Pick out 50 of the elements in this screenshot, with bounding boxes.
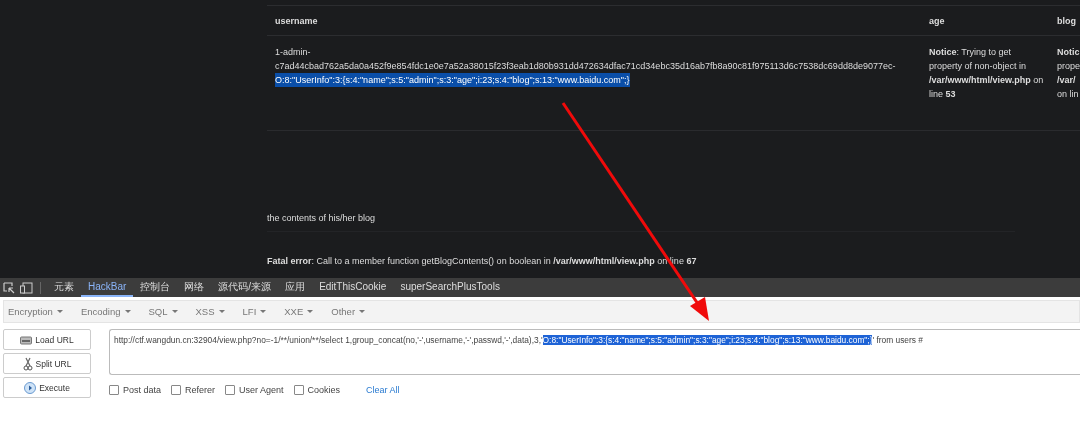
play-icon [24,381,37,394]
table-cell-line: 1-admin- [275,46,311,59]
devtools-tab[interactable]: EditThisCookie [312,278,394,297]
devtools-tab[interactable]: 应用 [278,278,313,297]
column-header: username [274,15,319,26]
checkbox[interactable] [171,385,182,395]
caret-icon [171,310,178,313]
menu-dropdown[interactable]: XXE [284,306,320,317]
menu-dropdown[interactable]: SQL [148,306,184,317]
notice-text: prope [1057,60,1080,73]
checkbox-label: Cookies [307,385,341,395]
caret-icon [359,310,366,313]
caret-icon [218,310,225,313]
clear-all-link[interactable]: Clear All [366,385,400,395]
drive-icon [20,334,33,345]
caret-icon [56,310,63,313]
devtools-tab[interactable]: 源代码/来源 [211,278,279,297]
caret-icon [260,310,267,313]
menu-dropdown[interactable]: Other [331,306,372,317]
notice-text: /var/ [1057,74,1076,87]
menu-dropdown[interactable]: LFI [242,306,273,317]
checkbox-label: User Agent [239,385,284,395]
checkbox[interactable] [109,385,119,395]
inspect-icon[interactable] [3,281,15,294]
notice-text: on lin [1057,88,1079,101]
devtools-tab[interactable]: HackBar [81,278,134,297]
scissors-icon [22,356,33,371]
table-cell-line: c7ad44cbad762a5da0a452f9e854fdc1e0e7a52a38015f23f3eab1d80b931dd472634dfac71cd34ebc35d16ab7fb8a90c81f975113d6c7538dc69dd8de9077ec- [275,60,896,73]
menu-dropdown[interactable]: Encryption [8,306,69,317]
menu-dropdown[interactable]: Encoding [80,306,137,317]
notice-text: Notice: Trying to get property of non-object in /var/www/html/view.php on line 53 [929,47,1044,99]
caret-icon [124,310,131,313]
devtools-tab[interactable]: 控制台 [133,278,178,297]
devtools-tab[interactable]: 网络 [177,278,212,297]
devtools-tab[interactable]: superSearchPlusTools [393,278,507,297]
device-icon[interactable] [20,281,33,294]
devtools-tab[interactable]: 元素 [47,278,81,297]
checkbox[interactable] [225,385,236,395]
checkbox-label: Post data [123,385,162,395]
action-button[interactable]: Execute [3,377,91,398]
checkbox-label: Referer [185,385,216,395]
notice-text: Notic [1057,46,1080,59]
column-header: age [928,15,946,26]
column-header: blog [1056,15,1077,26]
caret-icon [307,310,314,313]
action-button[interactable]: Split URL [3,353,91,374]
menu-dropdown[interactable]: XSS [195,306,231,317]
blog-text: the contents of his/her blog [267,213,376,223]
action-button[interactable]: Load URL [3,329,91,350]
checkbox[interactable] [293,385,304,395]
